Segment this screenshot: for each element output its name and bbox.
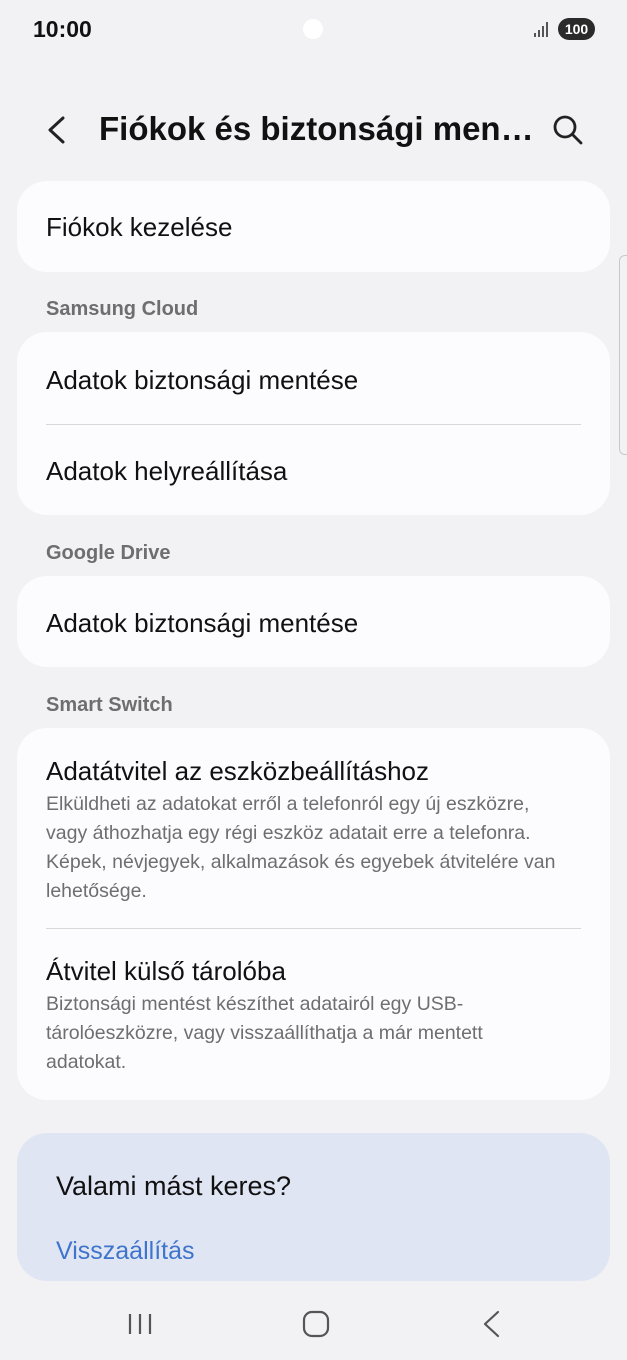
external-storage-transfer-item[interactable]: Átvitel külső tárolóba Biztonsági mentés… (17, 928, 610, 1100)
app-header: Fiókok és biztonsági mentés (0, 100, 627, 160)
device-setup-transfer-desc: Elküldheti az adatokat erről a telefonró… (46, 793, 556, 902)
screen: 10:00 100 Fiókok és biztonsági mentés Fi… (0, 0, 627, 1360)
samsung-cloud-restore-label: Adatok helyreállítása (46, 456, 288, 486)
status-time: 10:00 (33, 16, 92, 42)
search-button[interactable] (548, 110, 588, 150)
samsung-cloud-backup-item[interactable]: Adatok biztonsági mentése (17, 332, 610, 424)
home-icon (302, 1310, 330, 1338)
recent-apps-button[interactable] (120, 1304, 160, 1344)
samsung-cloud-backup-label: Adatok biztonsági mentése (46, 365, 359, 395)
samsung-cloud-card: Adatok biztonsági mentése Adatok helyreá… (17, 332, 610, 515)
back-button[interactable] (38, 108, 78, 152)
manage-accounts-card: Fiókok kezelése (17, 181, 610, 272)
google-drive-backup-label: Adatok biztonsági mentése (46, 608, 359, 638)
section-label-google-drive: Google Drive (46, 542, 171, 564)
suggestion-title: Valami mást keres? (56, 1171, 292, 1201)
google-drive-backup-item[interactable]: Adatok biztonsági mentése (17, 576, 610, 667)
manage-accounts-label: Fiókok kezelése (46, 212, 233, 242)
home-button[interactable] (296, 1304, 336, 1344)
external-storage-transfer-desc: Biztonsági mentést készíthet adatairól e… (46, 993, 483, 1073)
restore-link[interactable]: Visszaállítás (56, 1237, 195, 1266)
signal-icon (534, 22, 548, 37)
device-setup-transfer-item[interactable]: Adatátvitel az eszközbeállításhoz Elküld… (17, 728, 610, 928)
google-drive-card: Adatok biztonsági mentése (17, 576, 610, 667)
section-label-samsung-cloud: Samsung Cloud (46, 298, 199, 320)
back-icon (483, 1310, 500, 1338)
navigation-bar (0, 1290, 627, 1360)
search-icon (553, 115, 583, 145)
camera-cutout (303, 19, 323, 39)
external-storage-transfer-title: Átvitel külső tárolóba (46, 956, 286, 986)
chevron-left-icon (48, 116, 65, 144)
samsung-cloud-restore-item[interactable]: Adatok helyreállítása (17, 424, 610, 515)
status-bar: 10:00 100 (0, 0, 627, 56)
device-setup-transfer-title: Adatátvitel az eszközbeállításhoz (46, 756, 429, 786)
manage-accounts-item[interactable]: Fiókok kezelése (17, 181, 610, 272)
nav-back-button[interactable] (472, 1304, 512, 1344)
battery-icon: 100 (558, 18, 595, 40)
smart-switch-card: Adatátvitel az eszközbeállításhoz Elküld… (17, 728, 610, 1100)
page-title: Fiókok és biztonsági mentés (99, 110, 539, 147)
recent-apps-icon (128, 1314, 152, 1334)
section-label-smart-switch: Smart Switch (46, 694, 173, 716)
scroll-indicator[interactable] (619, 255, 627, 455)
suggestion-card: Valami mást keres? Visszaállítás (17, 1133, 610, 1281)
